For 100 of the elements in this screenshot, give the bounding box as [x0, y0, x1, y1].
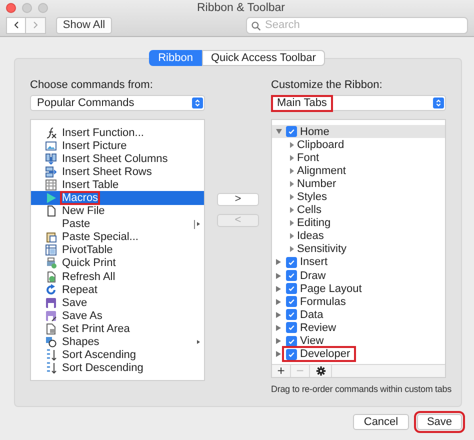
- stepper-icon: [433, 96, 444, 110]
- ribbon-group-item[interactable]: Cells: [297, 204, 322, 216]
- checkbox[interactable]: [286, 322, 297, 334]
- ribbon-tab-item[interactable]: Insert: [300, 256, 328, 268]
- command-item[interactable]: Repeat: [62, 284, 98, 296]
- disclosure-right-icon[interactable]: [276, 324, 281, 331]
- tree-row-highlight[interactable]: Home: [272, 125, 445, 138]
- disclosure-right-icon[interactable]: [290, 194, 294, 200]
- ribbon-group-item[interactable]: Editing: [297, 217, 331, 230]
- add-command-button[interactable]: >: [217, 193, 259, 206]
- tab[interactable]: Quick Access Toolbar: [202, 50, 325, 66]
- print-area-icon: [45, 322, 57, 335]
- command-item[interactable]: Sort Ascending: [62, 349, 136, 362]
- disclosure-right-icon[interactable]: [290, 154, 294, 161]
- ribbon-group-item[interactable]: Number: [297, 178, 336, 190]
- back-button[interactable]: [6, 16, 26, 34]
- ribbon-group-item[interactable]: Clipboard: [297, 138, 344, 151]
- disclosure-right-icon[interactable]: [290, 220, 294, 226]
- command-item[interactable]: Insert Sheet Columns: [62, 152, 168, 165]
- search-field[interactable]: Search: [246, 16, 468, 34]
- dropdown[interactable]: Main Tabs: [271, 95, 446, 111]
- checkbox[interactable]: [286, 296, 297, 308]
- close-button[interactable]: [6, 2, 16, 12]
- command-item[interactable]: Insert Picture: [62, 140, 127, 152]
- disclosure-right-icon[interactable]: [290, 233, 294, 240]
- command-item[interactable]: Save: [62, 296, 88, 309]
- table-icon: [45, 178, 57, 191]
- command-item[interactable]: Quick Print: [62, 257, 116, 270]
- checkbox[interactable]: [286, 256, 297, 268]
- dropdown[interactable]: Popular Commands: [30, 95, 205, 111]
- picture-icon: [45, 140, 57, 152]
- command-item[interactable]: Insert Table: [62, 178, 119, 191]
- ribbon-tab-item[interactable]: View: [300, 335, 324, 348]
- ribbon-group-item[interactable]: Font: [297, 152, 320, 164]
- command-item[interactable]: Shapes: [62, 336, 100, 348]
- field-label: Customize the Ribbon:: [271, 79, 384, 92]
- disclosure-right-icon[interactable]: [290, 142, 294, 148]
- function-icon: [45, 126, 57, 139]
- ribbon-tab-item[interactable]: Review: [300, 322, 336, 334]
- printer-icon: [45, 257, 57, 270]
- command-item[interactable]: Insert Sheet Rows: [62, 166, 152, 178]
- disclosure-right-icon[interactable]: [276, 312, 281, 318]
- disclosure-right-icon[interactable]: [276, 272, 281, 279]
- command-item[interactable]: Set Print Area: [62, 322, 130, 335]
- command-item[interactable]: Insert Function...: [62, 126, 144, 139]
- disclosure-right-icon[interactable]: [276, 298, 281, 305]
- command-item[interactable]: Refresh All: [62, 270, 116, 283]
- ribbon-tab-item[interactable]: Data: [300, 308, 324, 321]
- ribbon-group-item[interactable]: Ideas: [297, 230, 324, 242]
- checkbox[interactable]: [286, 270, 297, 282]
- columns-icon: [45, 152, 57, 165]
- disclosure-right-icon[interactable]: [290, 246, 294, 252]
- checkmark-icon: [288, 128, 295, 136]
- chevron-right-icon: [31, 20, 40, 30]
- field-label: Choose commands from:: [30, 79, 154, 92]
- ribbon-tab-item[interactable]: Formulas: [300, 296, 346, 308]
- command-item[interactable]: Paste: [62, 218, 90, 230]
- tab[interactable]: Ribbon: [149, 50, 202, 66]
- checkbox[interactable]: [286, 309, 297, 320]
- disclosure-right-icon[interactable]: [276, 259, 281, 266]
- save-as-icon: [45, 310, 57, 322]
- play-icon: [45, 192, 57, 204]
- pivot-table-icon: [45, 244, 57, 256]
- disclosure-right-icon[interactable]: [290, 207, 294, 214]
- command-item[interactable]: New File: [62, 205, 105, 218]
- ribbon-tab-item[interactable]: Developer: [300, 348, 350, 360]
- repeat-icon: [45, 284, 57, 296]
- checkbox[interactable]: [286, 126, 297, 138]
- ribbon-tab-item[interactable]: Home: [300, 126, 330, 138]
- ribbon-tab-item[interactable]: Draw: [300, 270, 326, 282]
- checkbox[interactable]: [286, 336, 297, 347]
- document-icon: [45, 205, 57, 218]
- save-icon: [45, 296, 57, 309]
- show-all-button[interactable]: Show All: [56, 16, 112, 34]
- disclosure-right-icon[interactable]: [290, 180, 294, 187]
- refresh-icon: [45, 270, 57, 283]
- checkbox[interactable]: [286, 283, 297, 294]
- disclosure-right-icon[interactable]: [276, 286, 281, 292]
- hint-text: Drag to re-order commands within custom tabs: [271, 383, 452, 395]
- disclosure-right-icon[interactable]: [290, 168, 294, 174]
- command-item[interactable]: Macros: [62, 192, 98, 204]
- ribbon-group-item[interactable]: Styles: [297, 191, 327, 204]
- clipboard-icon: [45, 231, 57, 244]
- command-item[interactable]: Sort Descending: [62, 362, 144, 374]
- checkbox[interactable]: [286, 348, 297, 360]
- disclosure-right-icon[interactable]: [276, 338, 281, 344]
- ribbon-tab-item[interactable]: Page Layout: [300, 282, 362, 295]
- save-button[interactable]: Save: [417, 414, 462, 430]
- list-item-highlight[interactable]: Macros: [31, 191, 204, 205]
- command-item[interactable]: Paste Special...: [62, 231, 138, 244]
- command-item[interactable]: PivotTable: [62, 244, 113, 256]
- ribbon-group-item[interactable]: Alignment: [297, 164, 346, 177]
- stepper-icon: [192, 96, 203, 110]
- ribbon-group-item[interactable]: Sensitivity: [297, 243, 347, 256]
- command-item[interactable]: Save As: [62, 310, 102, 322]
- chevron-left-icon: [12, 20, 20, 30]
- sort-descending-icon: [45, 362, 57, 374]
- sort-ascending-icon: [45, 349, 57, 362]
- cancel-button[interactable]: Cancel: [353, 414, 409, 430]
- disclosure-right-icon[interactable]: [276, 351, 281, 358]
